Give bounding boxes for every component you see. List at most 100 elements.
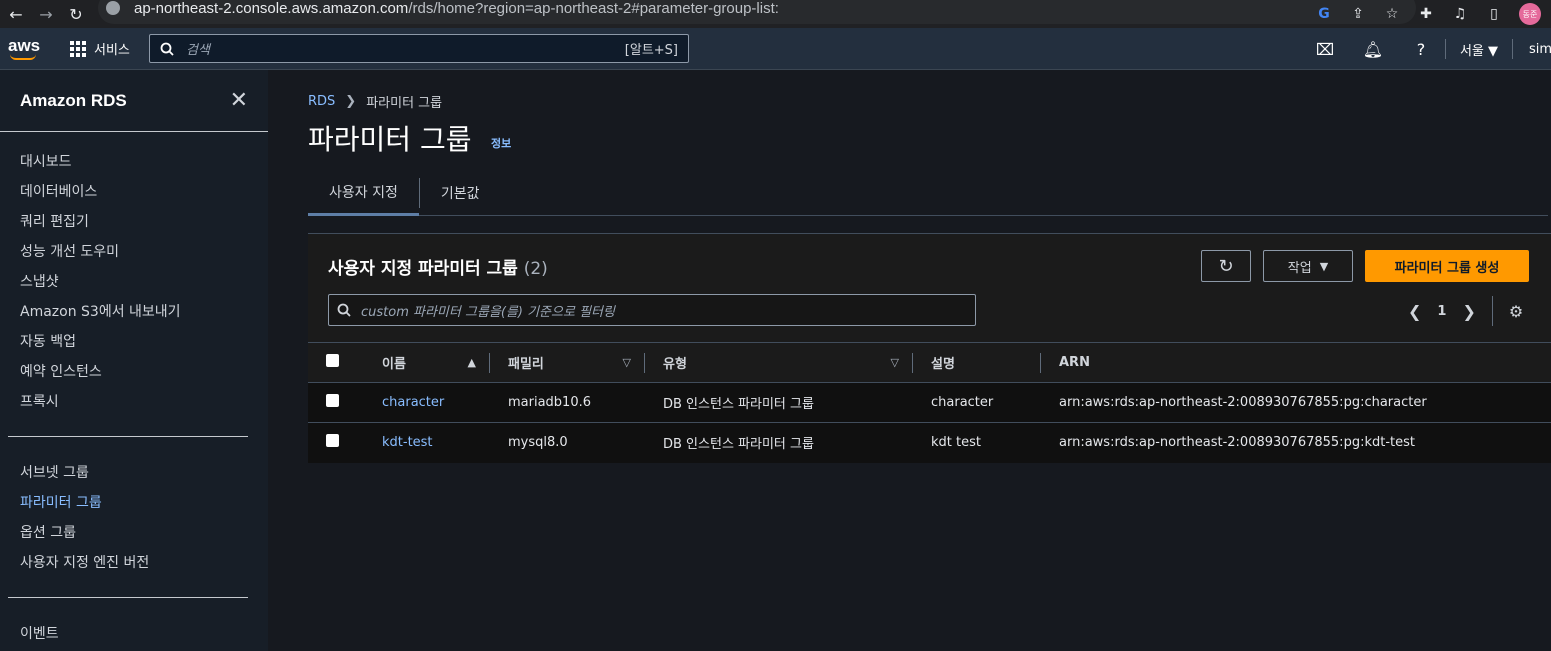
sidebar-item-events[interactable]: 이벤트 [20, 618, 268, 648]
type-cell: DB 인스턴스 파라미터 그룹 [645, 422, 913, 463]
sidebar-item-custom-engine-versions[interactable]: 사용자 지정 엔진 버전 [20, 547, 268, 577]
side-panel-icon[interactable]: ▯ [1485, 6, 1503, 22]
parameter-groups-panel: 사용자 지정 파라미터 그룹 (2) ↻ 작업 ▼ 파라미터 그룹 생성 cus… [308, 233, 1551, 463]
type-cell: DB 인스턴스 파라미터 그룹 [645, 382, 913, 423]
media-icon[interactable]: ♫ [1451, 6, 1469, 22]
panel-title: 사용자 지정 파라미터 그룹 (2) [328, 259, 548, 279]
group-count: (2) [523, 259, 548, 279]
close-icon[interactable]: ✕ [230, 88, 248, 113]
sidebar-item-proxies[interactable]: 프록시 [20, 386, 268, 416]
column-arn[interactable]: ARN [1041, 342, 1551, 383]
parameter-group-link[interactable]: kdt-test [382, 435, 433, 450]
select-all-cell [308, 342, 364, 383]
sidebar-item-parameter-groups[interactable]: 파라미터 그룹 [20, 487, 268, 517]
breadcrumb-current: 파라미터 그룹 [366, 96, 443, 111]
select-all-checkbox[interactable] [326, 354, 339, 367]
arn-cell: arn:aws:rds:ap-northeast-2:008930767855:… [1041, 422, 1551, 463]
sidebar-nav: 대시보드 데이터베이스 쿼리 편집기 성능 개선 도우미 스냅샷 Amazon … [0, 132, 268, 648]
region-selector[interactable]: 서울 ▼ [1446, 40, 1512, 59]
column-name[interactable]: 이름 ▲ [364, 342, 490, 383]
main-content: RDS ❯ 파라미터 그룹 파라미터 그룹 정보 사용자 지정 기본값 사용자 … [268, 70, 1551, 651]
row-select-cell [308, 422, 364, 463]
nav-right: ⌧ 🔔︎ ? 서울 ▼ sima [1301, 28, 1551, 70]
info-link[interactable]: 정보 [491, 135, 511, 151]
sort-ascending-icon[interactable]: ▲ [468, 356, 476, 369]
table-row[interactable]: kdt-test mysql8.0 DB 인스턴스 파라미터 그룹 kdt te… [308, 422, 1551, 463]
reload-icon[interactable]: ↻ [66, 5, 86, 24]
address-bar[interactable]: ap-northeast-2.console.aws.amazon.com/rd… [98, 0, 1416, 24]
profile-avatar[interactable]: 동준 [1519, 3, 1541, 25]
table-row[interactable]: character mariadb10.6 DB 인스턴스 파라미터 그룹 ch… [308, 382, 1551, 423]
notifications-bell-icon[interactable]: 🔔︎ [1349, 40, 1397, 59]
browser-toolbar: ← → ↻ ap-northeast-2.console.aws.amazon.… [0, 0, 1551, 28]
row-checkbox[interactable] [326, 394, 339, 407]
page-title: 파라미터 그룹 [308, 123, 472, 156]
sidebar-title[interactable]: Amazon RDS [20, 91, 127, 111]
help-icon[interactable]: ? [1397, 40, 1445, 59]
aws-logo[interactable]: aws [8, 36, 40, 60]
page-number[interactable]: 1 [1437, 304, 1446, 319]
site-info-icon[interactable] [106, 1, 120, 15]
tab-list: 사용자 지정 기본값 [308, 170, 1548, 216]
sort-icon[interactable]: ▽ [891, 356, 899, 369]
sidebar-item-reserved-instances[interactable]: 예약 인스턴스 [20, 356, 268, 386]
bookmark-star-icon[interactable]: ☆ [1383, 6, 1401, 22]
filter-placeholder: custom 파라미터 그룹을(를) 기준으로 필터링 [361, 304, 615, 320]
search-shortcut: [알트+S] [624, 43, 678, 58]
column-type[interactable]: 유형 ▽ [645, 342, 913, 383]
sidebar-divider [8, 436, 248, 437]
sidebar-header: Amazon RDS ✕ [0, 70, 268, 132]
sidebar-item-query-editor[interactable]: 쿼리 편집기 [20, 206, 268, 236]
share-icon[interactable]: ⇪ [1349, 6, 1367, 22]
sidebar-item-dashboard[interactable]: 대시보드 [20, 146, 268, 176]
breadcrumb: RDS ❯ 파라미터 그룹 [308, 92, 442, 111]
sort-icon[interactable]: ▽ [623, 356, 631, 369]
sidebar-item-option-groups[interactable]: 옵션 그룹 [20, 517, 268, 547]
refresh-button[interactable]: ↻ [1201, 250, 1251, 282]
grid-icon [70, 40, 86, 57]
column-family[interactable]: 패밀리 ▽ [490, 342, 645, 383]
actions-dropdown[interactable]: 작업 ▼ [1263, 250, 1353, 282]
parameter-groups-table: 이름 ▲ 패밀리 ▽ 유형 ▽ 설명 ARN character mariadb10.… [308, 342, 1551, 463]
settings-gear-icon[interactable]: ⚙ [1509, 302, 1523, 321]
account-menu[interactable]: sima [1513, 42, 1551, 57]
search-icon [337, 303, 351, 317]
sidebar-item-snapshots[interactable]: 스냅샷 [20, 266, 268, 296]
tab-custom[interactable]: 사용자 지정 [308, 170, 419, 216]
search-icon [160, 42, 174, 56]
sidebar-item-performance-insights[interactable]: 성능 개선 도우미 [20, 236, 268, 266]
create-parameter-group-button[interactable]: 파라미터 그룹 생성 [1365, 250, 1529, 282]
services-label: 서비스 [94, 43, 130, 58]
parameter-group-link[interactable]: character [382, 395, 444, 410]
search-placeholder: 검색 [186, 43, 210, 58]
sidebar-item-subnet-groups[interactable]: 서브넷 그룹 [20, 457, 268, 487]
browser-nav: ← → ↻ [0, 5, 86, 24]
actions-label: 작업 [1287, 260, 1312, 276]
prev-page-icon[interactable]: ❮ [1408, 302, 1421, 321]
google-icon[interactable]: G [1315, 6, 1333, 22]
url-text: ap-northeast-2.console.aws.amazon.com/rd… [134, 0, 779, 17]
chevron-right-icon: ❯ [345, 94, 357, 109]
back-icon[interactable]: ← [6, 5, 26, 24]
arn-cell: arn:aws:rds:ap-northeast-2:008930767855:… [1041, 382, 1551, 423]
search-input[interactable]: 검색 [알트+S] [149, 34, 689, 63]
sidebar: Amazon RDS ✕ 대시보드 데이터베이스 쿼리 편집기 성능 개선 도우… [0, 70, 268, 651]
pagination: ❮ 1 ❯ ⚙ [1408, 296, 1523, 326]
sidebar-item-databases[interactable]: 데이터베이스 [20, 176, 268, 206]
services-menu-button[interactable]: 서비스 [70, 39, 130, 58]
sidebar-divider [8, 597, 248, 598]
description-cell: character [913, 382, 1041, 423]
sidebar-item-automated-backups[interactable]: 자동 백업 [20, 326, 268, 356]
description-cell: kdt test [913, 422, 1041, 463]
column-description[interactable]: 설명 [913, 342, 1041, 383]
next-page-icon[interactable]: ❯ [1462, 302, 1475, 321]
family-cell: mysql8.0 [490, 422, 645, 463]
sidebar-item-exports-s3[interactable]: Amazon S3에서 내보내기 [20, 296, 268, 326]
breadcrumb-rds[interactable]: RDS [308, 94, 335, 109]
forward-icon[interactable]: → [36, 5, 56, 24]
filter-input[interactable]: custom 파라미터 그룹을(를) 기준으로 필터링 [328, 294, 976, 326]
extensions-icon[interactable]: ✚ [1417, 6, 1435, 22]
tab-default[interactable]: 기본값 [420, 170, 501, 216]
row-checkbox[interactable] [326, 434, 339, 448]
cloudshell-icon[interactable]: ⌧ [1301, 40, 1349, 59]
